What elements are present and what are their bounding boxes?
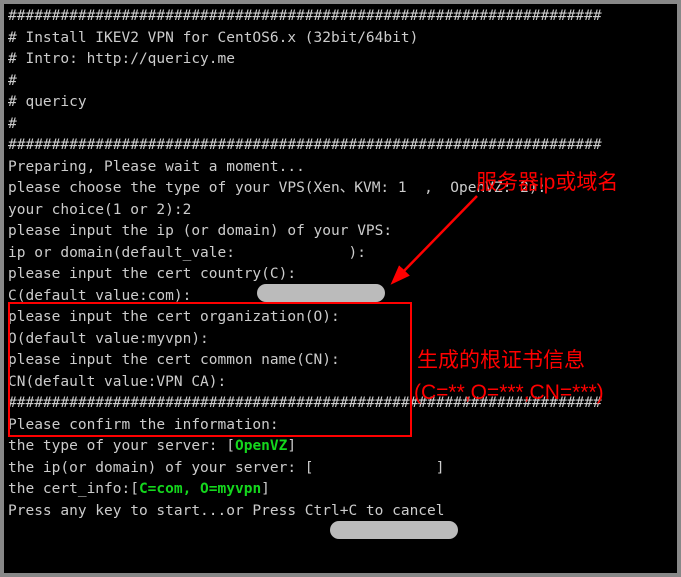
confirm-line: the ip(or domain) of your server: [ ] <box>8 458 673 480</box>
text-line: # Intro: http://quericy.me <box>8 49 673 71</box>
text-line: ########################################… <box>8 393 673 415</box>
terminal-window[interactable]: ########################################… <box>4 4 677 573</box>
text-line: Press any key to start...or Press Ctrl+C… <box>8 501 673 523</box>
text-line: ########################################… <box>8 135 673 157</box>
redacted-ip-1 <box>257 284 385 302</box>
confirm-line: the type of your server: [OpenVZ] <box>8 436 673 458</box>
text-line: Please confirm the information: <box>8 415 673 437</box>
confirm-line: the cert_info:[C=com, O=myvpn] <box>8 479 673 501</box>
value-cert: C=com, O=myvpn <box>139 481 261 497</box>
prompt-line[interactable]: your choice(1 or 2):2 <box>8 200 673 222</box>
value-openvz: OpenVZ <box>235 438 287 454</box>
text-line: # Install IKEV2 VPN for CentOS6.x (32bit… <box>8 28 673 50</box>
prompt-line: please input the cert organization(O): <box>8 307 673 329</box>
value-ip <box>314 460 436 476</box>
prompt-line: please input the cert country(C): <box>8 264 673 286</box>
prompt-line[interactable]: O(default value:myvpn): <box>8 329 673 351</box>
text-line: ########################################… <box>8 6 673 28</box>
text-line: # quericy <box>8 92 673 114</box>
prompt-line: please input the ip (or domain) of your … <box>8 221 673 243</box>
prompt-line[interactable]: ip or domain(default_vale: ): <box>8 243 673 265</box>
prompt-line[interactable]: CN(default value:VPN CA): <box>8 372 673 394</box>
text-line: Preparing, Please wait a moment... <box>8 157 673 179</box>
text-line: # <box>8 71 673 93</box>
prompt-line: please input the cert common name(CN): <box>8 350 673 372</box>
redacted-ip-2 <box>330 521 458 539</box>
prompt-line: please choose the type of your VPS(Xen、K… <box>8 178 673 200</box>
text-line: # <box>8 114 673 136</box>
